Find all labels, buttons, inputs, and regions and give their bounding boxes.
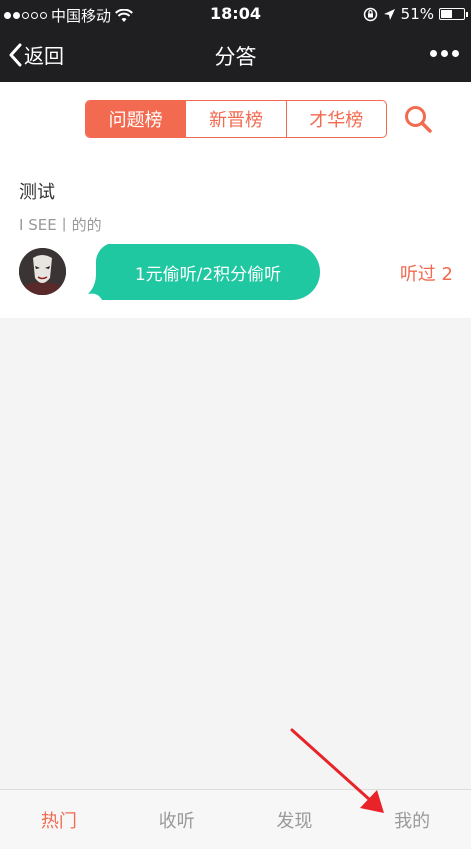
nav-bar: 返回 分答 bbox=[0, 28, 471, 82]
page-title: 分答 bbox=[214, 45, 257, 69]
status-right: 51% bbox=[363, 5, 468, 23]
bottom-tab-bar: 热门 收听 发现 我的 bbox=[0, 789, 471, 849]
tab-discover[interactable]: 发现 bbox=[236, 790, 354, 849]
question-list: 问题榜 新晋榜 才华榜 测试 I SEE丨的的 1元偷听/2积分偷听 听过 2 bbox=[0, 82, 471, 318]
tab-mine[interactable]: 我的 bbox=[353, 790, 471, 849]
more-dot-icon bbox=[452, 50, 459, 57]
avatar-mask-icon bbox=[19, 248, 66, 295]
back-label: 返回 bbox=[24, 44, 64, 68]
tab-hot[interactable]: 热门 bbox=[0, 790, 118, 849]
search-icon[interactable] bbox=[403, 104, 433, 134]
listen-bubble-button[interactable]: 1元偷听/2积分偷听 bbox=[88, 244, 320, 300]
rotation-lock-icon bbox=[363, 7, 377, 21]
question-title[interactable]: 测试 bbox=[19, 178, 55, 204]
chevron-left-icon bbox=[9, 43, 22, 66]
tab-new-rank[interactable]: 新晋榜 bbox=[185, 101, 285, 137]
status-bar: 中国移动 18:04 51% bbox=[0, 0, 471, 28]
question-subtitle: I SEE丨的的 bbox=[19, 216, 102, 234]
more-dot-icon bbox=[430, 50, 437, 57]
tab-talent-rank[interactable]: 才华榜 bbox=[285, 101, 386, 137]
tab-question-rank[interactable]: 问题榜 bbox=[86, 101, 186, 137]
more-dot-icon bbox=[441, 50, 448, 57]
listen-count: 听过 2 bbox=[399, 264, 453, 285]
back-button[interactable]: 返回 bbox=[8, 40, 64, 69]
battery-percent: 51% bbox=[400, 5, 434, 23]
tab-subscriptions[interactable]: 收听 bbox=[118, 790, 236, 849]
avatar[interactable] bbox=[19, 248, 66, 295]
ranking-tabs: 问题榜 新晋榜 才华榜 bbox=[85, 100, 387, 138]
more-options-button[interactable] bbox=[430, 50, 459, 57]
listen-price-label: 1元偷听/2积分偷听 bbox=[134, 264, 282, 285]
battery-icon bbox=[439, 8, 468, 20]
location-icon bbox=[383, 8, 395, 20]
